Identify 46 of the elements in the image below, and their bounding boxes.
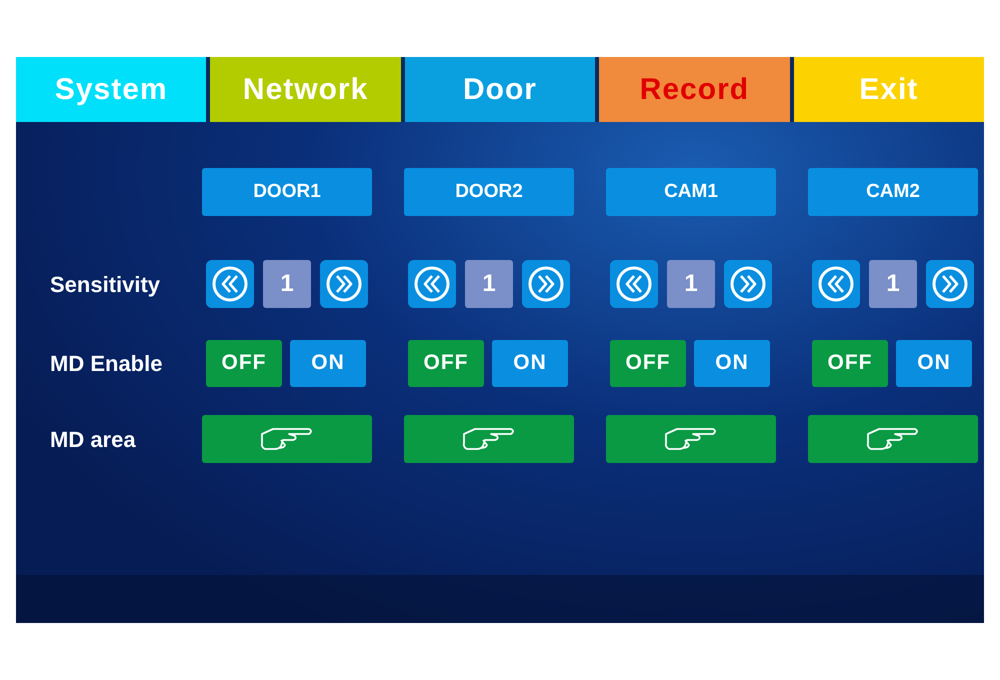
off-button[interactable]: OFF bbox=[610, 340, 686, 386]
next-button[interactable] bbox=[724, 260, 772, 308]
row-label: MD Enable bbox=[50, 350, 164, 378]
md-area-button[interactable] bbox=[808, 415, 978, 463]
row-label: Sensitivity bbox=[50, 270, 162, 299]
off-button[interactable]: OFF bbox=[812, 340, 888, 386]
next-button[interactable] bbox=[320, 260, 368, 308]
previous-button[interactable] bbox=[610, 260, 658, 308]
rewind-icon bbox=[413, 265, 451, 303]
on-button[interactable]: ON bbox=[492, 340, 568, 386]
fast-forward-icon bbox=[931, 265, 969, 303]
tab[interactable]: Record bbox=[599, 57, 790, 122]
on-button[interactable]: ON bbox=[694, 340, 770, 386]
tab[interactable]: Door bbox=[404, 57, 596, 122]
next-button[interactable] bbox=[926, 260, 974, 308]
sensitivity-value: 1 bbox=[465, 260, 513, 308]
pointing-hand-icon bbox=[865, 425, 921, 453]
next-button[interactable] bbox=[522, 260, 570, 308]
fast-forward-icon bbox=[729, 265, 767, 303]
sensitivity-value: 1 bbox=[667, 260, 715, 308]
pointing-hand-icon bbox=[663, 425, 719, 453]
previous-button[interactable] bbox=[408, 260, 456, 308]
on-button[interactable]: ON bbox=[290, 340, 366, 386]
camera-button[interactable]: CAM1 bbox=[606, 168, 776, 216]
sensitivity-value: 1 bbox=[869, 260, 917, 308]
rewind-icon bbox=[817, 265, 855, 303]
previous-button[interactable] bbox=[812, 260, 860, 308]
fast-forward-icon bbox=[527, 265, 565, 303]
md-area-button[interactable] bbox=[404, 415, 574, 463]
camera-button[interactable]: CAM2 bbox=[808, 168, 978, 216]
tab[interactable]: Network bbox=[210, 57, 401, 122]
row-label: MD area bbox=[50, 426, 137, 454]
fast-forward-icon bbox=[325, 265, 363, 303]
camera-button[interactable]: DOOR2 bbox=[404, 168, 574, 216]
camera-button[interactable]: DOOR1 bbox=[202, 168, 372, 216]
rewind-icon bbox=[615, 265, 653, 303]
pointing-hand-icon bbox=[259, 425, 315, 453]
on-button[interactable]: ON bbox=[896, 340, 972, 386]
pointing-hand-icon bbox=[461, 425, 517, 453]
md-area-button[interactable] bbox=[202, 415, 372, 463]
off-button[interactable]: OFF bbox=[408, 340, 484, 386]
md-area-button[interactable] bbox=[606, 415, 776, 463]
previous-button[interactable] bbox=[206, 260, 254, 308]
off-button[interactable]: OFF bbox=[206, 340, 282, 386]
rewind-icon bbox=[211, 265, 249, 303]
sensitivity-value: 1 bbox=[263, 260, 311, 308]
